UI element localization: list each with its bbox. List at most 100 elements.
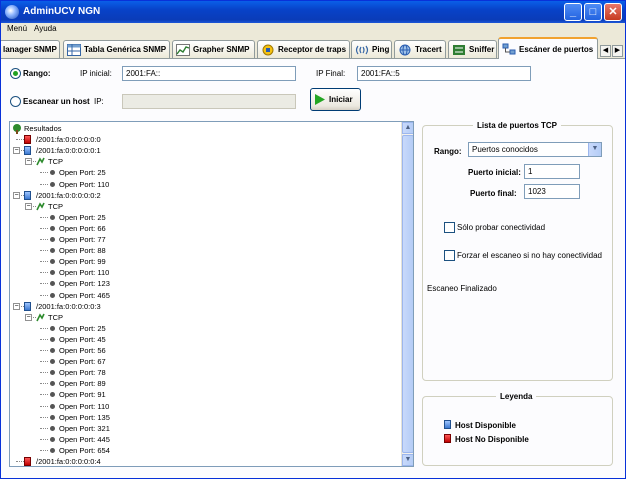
- port-bullet-icon: [50, 348, 55, 353]
- tree-guide-line: [40, 272, 48, 274]
- port-bullet-icon: [50, 336, 55, 342]
- tree-port-item[interactable]: Open Port: 67: [10, 356, 390, 367]
- forzar-escaneo-label: Forzar el escaneo si no hay conectividad: [457, 251, 602, 260]
- tree-root-item[interactable]: Resultados: [10, 123, 390, 134]
- tree-guide-line: [40, 294, 48, 296]
- iniciar-button[interactable]: Iniciar: [310, 88, 361, 111]
- scroll-down-button[interactable]: ▼: [402, 454, 413, 466]
- puerto-inicial-input[interactable]: 1: [524, 164, 580, 179]
- tree-port-item[interactable]: Open Port: 445: [10, 434, 390, 445]
- tree-protocol-item[interactable]: − TCP: [10, 201, 390, 212]
- host-unavailable-icon: [444, 434, 451, 443]
- menu-item-ayuda[interactable]: Ayuda: [34, 24, 57, 33]
- tree-port-item[interactable]: Open Port: 25: [10, 323, 390, 334]
- solo-conectividad-checkbox[interactable]: [444, 222, 455, 233]
- tree-host-item[interactable]: /2001:fa:0:0:0:0:0:0: [10, 134, 390, 145]
- tree-host-item[interactable]: − /2001:fa:0:0:0:0:0:3: [10, 301, 390, 312]
- tab-tabla-generica-snmp[interactable]: Tabla Genérica SNMP: [63, 40, 170, 58]
- tree-port-item[interactable]: Open Port: 321: [10, 423, 390, 434]
- tree-port-item[interactable]: Open Port: 45: [10, 334, 390, 345]
- minimize-button[interactable]: _: [564, 3, 582, 21]
- tree-port-item[interactable]: Open Port: 110: [10, 401, 390, 412]
- tcp-rango-select[interactable]: Puertos conocidos ▼: [468, 142, 602, 157]
- tree-port-item[interactable]: Open Port: 77: [10, 234, 390, 245]
- forzar-escaneo-checkbox[interactable]: [444, 250, 455, 261]
- tree-port-item[interactable]: Open Port: 654: [10, 445, 390, 456]
- tab-scroll-right-button[interactable]: ▶: [612, 45, 623, 57]
- port-bullet-icon: [50, 237, 55, 242]
- close-button[interactable]: ✕: [604, 3, 622, 21]
- tree-port-item[interactable]: Open Port: 88: [10, 245, 390, 256]
- ip-final-input[interactable]: 2001:FA::5: [357, 66, 531, 81]
- tab-manager-snmp[interactable]: lanager SNMP: [1, 40, 60, 58]
- tab-scroll-left-button[interactable]: ◀: [600, 45, 611, 57]
- tree-collapse-toggle[interactable]: −: [13, 147, 20, 155]
- tree-item-label: Resultados: [24, 124, 62, 133]
- single-host-ip-input[interactable]: [122, 94, 296, 109]
- tree-port-item[interactable]: Open Port: 465: [10, 290, 390, 301]
- tree-port-item[interactable]: Open Port: 123: [10, 278, 390, 289]
- single-host-radio[interactable]: [10, 96, 21, 107]
- tree-item-label: TCP: [48, 201, 63, 211]
- tree-host-item[interactable]: − /2001:fa:0:0:0:0:0:2: [10, 190, 390, 201]
- title-bar[interactable]: AdminUCV NGN _ □ ✕: [1, 1, 625, 23]
- ip-label: IP:: [94, 97, 104, 106]
- tree-guide-line: [40, 261, 48, 263]
- tree-port-item[interactable]: Open Port: 110: [10, 179, 390, 190]
- tree-host-item[interactable]: /2001:fa:0:0:0:0:0:4: [10, 456, 390, 466]
- tree-port-item[interactable]: Open Port: 78: [10, 367, 390, 378]
- tree-protocol-item[interactable]: − TCP: [10, 312, 390, 323]
- tree-port-item[interactable]: Open Port: 25: [10, 167, 390, 178]
- tab-receptor-de-traps[interactable]: Receptor de traps: [257, 40, 350, 58]
- host-available-icon: [24, 190, 31, 200]
- tree-scrollbar[interactable]: ▲ ▼: [401, 122, 413, 466]
- tab-escaner-de-puertos[interactable]: Escáner de puertos: [498, 37, 598, 59]
- tree-port-item[interactable]: Open Port: 89: [10, 378, 390, 389]
- tree-port-item[interactable]: Open Port: 56: [10, 345, 390, 356]
- tab-tracert[interactable]: Tracert: [394, 40, 446, 58]
- tree-port-item[interactable]: Open Port: 66: [10, 223, 390, 234]
- tree-port-item[interactable]: Open Port: 99: [10, 256, 390, 267]
- tree-item-label: Open Port: 654: [59, 445, 110, 455]
- scroll-up-button[interactable]: ▲: [402, 122, 413, 134]
- tree-host-item[interactable]: − /2001:fa:0:0:0:0:0:1: [10, 145, 390, 156]
- puerto-inicial-label: Puerto inicial:: [468, 168, 521, 177]
- tree-collapse-toggle[interactable]: −: [25, 313, 32, 321]
- tab-sniffer[interactable]: Sniffer: [448, 40, 497, 58]
- port-bullet-icon: [50, 270, 55, 276]
- rango-radio[interactable]: [10, 68, 21, 79]
- tree-item-label: /2001:fa:0:0:0:0:0:2: [36, 190, 101, 200]
- tree-collapse-toggle[interactable]: −: [13, 302, 20, 310]
- tcp-rango-value: Puertos conocidos: [472, 145, 538, 154]
- app-icon: [5, 5, 19, 19]
- port-bullet-icon: [50, 414, 55, 420]
- tree-port-item[interactable]: Open Port: 91: [10, 389, 390, 400]
- tree-collapse-toggle[interactable]: −: [13, 191, 20, 199]
- tree-item-label: Open Port: 123: [59, 279, 110, 289]
- legend-available-label: Host Disponible: [455, 421, 516, 430]
- tree-port-item[interactable]: Open Port: 25: [10, 212, 390, 223]
- tree-port-item[interactable]: Open Port: 135: [10, 412, 390, 423]
- tree-protocol-item[interactable]: − TCP: [10, 156, 390, 167]
- tree-item-label: /2001:fa:0:0:0:0:0:3: [36, 301, 101, 311]
- results-tree[interactable]: Resultados/2001:fa:0:0:0:0:0:0−/2001:fa:…: [9, 121, 414, 467]
- tree-guide-line: [40, 227, 48, 229]
- tree-collapse-toggle[interactable]: −: [25, 158, 32, 166]
- split-pane-divider[interactable]: [414, 121, 421, 467]
- tab-grapher-snmp[interactable]: Grapher SNMP: [172, 40, 255, 58]
- host-available-icon: [24, 301, 31, 311]
- puerto-final-input[interactable]: 1023: [524, 184, 580, 199]
- tree-port-item[interactable]: Open Port: 110: [10, 267, 390, 278]
- scroll-thumb[interactable]: [402, 135, 413, 453]
- tree-item-label: Open Port: 45: [59, 334, 106, 344]
- menu-bar: Menú Ayuda: [1, 23, 625, 37]
- tree-guide-line: [40, 350, 48, 351]
- maximize-button[interactable]: □: [584, 3, 602, 21]
- rango-label: Rango:: [23, 69, 51, 78]
- port-bullet-icon: [50, 292, 55, 298]
- tree-collapse-toggle[interactable]: −: [25, 202, 32, 210]
- menu-item-menu[interactable]: Menú: [7, 24, 27, 33]
- tab-ping[interactable]: Ping: [351, 40, 392, 58]
- tab-label: lanager SNMP: [3, 45, 57, 54]
- ip-inicial-input[interactable]: 2001:FA::: [122, 66, 296, 81]
